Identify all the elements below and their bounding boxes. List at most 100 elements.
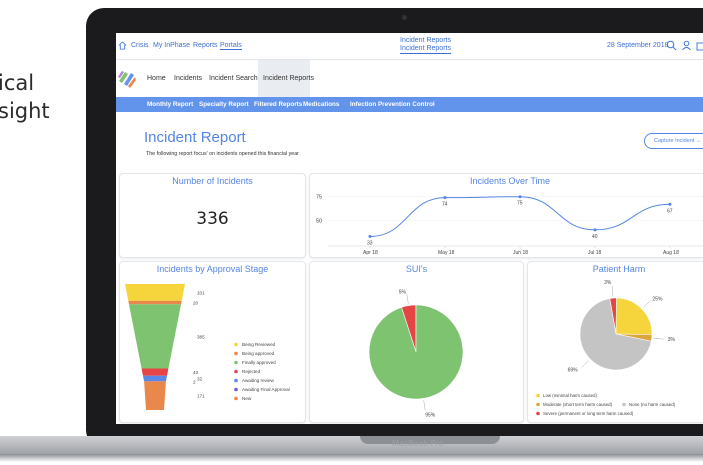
legend-swatch (234, 387, 238, 392)
subnav-monthly-report[interactable]: Monthly Report (147, 101, 193, 108)
pie-label: 3% (668, 337, 676, 343)
topbar-center-tab[interactable]: Incident Reports Incident Reports (400, 37, 451, 54)
legend-label: Low (minimal harm caused) (543, 393, 597, 398)
data-label: 67 (667, 208, 673, 214)
funnel-chart: 101 20 385 43322 171 Being Reviewed Being appr… (125, 284, 290, 410)
camera-icon (402, 15, 407, 20)
user-icon[interactable] (681, 40, 692, 51)
subnav-filtered-reports[interactable]: Filtered Reports (254, 101, 302, 108)
pie-label: 69% (568, 367, 579, 373)
laptop-base (0, 436, 703, 454)
pie-leader-line (643, 300, 651, 308)
center-title: Incident Reports (400, 37, 451, 44)
page-subtitle: The following report focus' on incidents… (146, 151, 299, 157)
sub-nav-bar: Monthly Report Specialty Report Filtered… (116, 97, 703, 112)
legend-swatch (234, 360, 238, 365)
pie-label: 95% (425, 412, 436, 418)
legend-swatch (234, 351, 238, 356)
pie-leader-line (653, 337, 664, 340)
pie-slice (368, 304, 464, 400)
crumb-my-inphase[interactable]: My InPhase (153, 42, 190, 49)
subnav-medications[interactable]: Medications (303, 101, 339, 108)
funnel-segment (141, 368, 169, 376)
data-point (368, 234, 372, 238)
legend-swatch (536, 411, 540, 416)
legend-swatch (234, 396, 238, 401)
app-logo-icon (118, 71, 136, 88)
card-sui: SUI's 5% 95% (309, 261, 524, 423)
pie-slice (615, 297, 653, 335)
card-title-number: Number of Incidents (172, 176, 253, 186)
legend-label: Rejected (242, 369, 261, 374)
x-tick-label: May 18 (438, 250, 455, 256)
card-approval-stage: Incidents by Approval Stage 101 20 385 43 32… (119, 261, 306, 423)
funnel-segment (128, 304, 182, 369)
nav-incident-search[interactable]: Incident Search (209, 75, 258, 82)
legend-swatch (536, 393, 540, 398)
laptop-brand: MacBook Pro (392, 439, 444, 448)
legend-label: Moderate (short term harm caused) (543, 402, 613, 407)
data-label: 40 (592, 234, 598, 240)
home-icon[interactable] (118, 41, 127, 50)
nav-incidents[interactable]: Incidents (174, 75, 202, 82)
line-chart: 75 50 33 Apr 18 74 May 18 75 Jun 18 40 Jul 18 67 Au… (316, 195, 703, 256)
legend-label: New (242, 396, 252, 401)
harm-pie-chart: 3% 25% 3% 69% Low (minimal harm caused) Moder… (536, 280, 676, 416)
card-incidents-over-time: Incidents Over Time 75 50 33 Apr 18 74 May 18… (309, 173, 703, 258)
sui-pie-chart: 5% 95% (368, 290, 464, 418)
card-number-of-incidents: Number of Incidents 336 (119, 173, 306, 258)
crumb-reports[interactable]: Reports (193, 42, 218, 49)
search-icon[interactable] (666, 40, 677, 51)
legend-label: Finally approved (242, 360, 276, 365)
top-bar: Crisis My InPhase Reports Portals Incide… (116, 33, 703, 60)
data-point (518, 195, 522, 199)
funnel-value-label: 171 (197, 394, 205, 399)
subnav-infection-prevention[interactable]: Infection Prevention Control (350, 101, 435, 108)
data-label: 33 (367, 240, 373, 246)
crumb-crisis[interactable]: Crisis (131, 42, 149, 49)
pie-label: 5% (399, 290, 407, 296)
legend-swatch (234, 342, 238, 347)
legend-label: Being approved (242, 351, 275, 356)
data-point (593, 228, 597, 232)
pie-label: 25% (652, 297, 663, 303)
nav-home[interactable]: Home (147, 75, 166, 82)
funnel-value-label: 32 (197, 376, 203, 381)
y-tick-label: 50 (316, 218, 322, 224)
legend-label: None (no harm caused) (629, 402, 676, 407)
legend-swatch (536, 402, 540, 407)
pie-leader-line (611, 286, 614, 297)
center-subtitle: Incident Reports (400, 45, 451, 54)
funnel-value-label: 385 (197, 334, 205, 339)
legend-swatch (234, 369, 238, 374)
nav-incident-reports[interactable]: Incident Reports (263, 75, 314, 82)
capture-incident-button[interactable]: Capture Incident → (644, 133, 703, 149)
funnel-segment (142, 375, 168, 382)
funnel-value-label: 2 (193, 379, 196, 384)
date-label: 28 September 2018 (607, 42, 669, 49)
subnav-specialty-report[interactable]: Specialty Report (199, 101, 249, 108)
page-title: Incident Report (144, 129, 246, 146)
share-icon[interactable] (696, 40, 703, 51)
funnel-value-label: 43 (193, 370, 199, 375)
data-point (443, 196, 447, 200)
pie-label: 3% (604, 280, 612, 286)
funnel-value-label: 101 (197, 290, 205, 295)
data-label: 74 (442, 202, 448, 208)
background-text-2: sight (0, 99, 50, 123)
funnel-segment (144, 381, 166, 410)
card-patient-harm: Patient Harm 3% 25% 3% 69% Low (minimal harm… (527, 261, 703, 423)
app-screen: Crisis My InPhase Reports Portals Incide… (116, 33, 703, 424)
main-nav: Home Incidents Incident Search Incident … (116, 60, 703, 97)
legend-label: Awaiting Final Approval (242, 387, 290, 392)
legend-label: Awaiting review (242, 378, 275, 383)
data-label: 75 (517, 201, 523, 207)
data-point (668, 202, 672, 206)
crumb-portals[interactable]: Portals (220, 42, 242, 50)
funnel-value-label: 20 (193, 301, 199, 306)
incident-count: 336 (196, 209, 229, 229)
legend-label: Severe (permanent or long term harm caus… (543, 411, 634, 416)
pie-leader-line (423, 400, 426, 411)
pie-leader-line (406, 293, 409, 304)
funnel-segment (128, 300, 182, 305)
